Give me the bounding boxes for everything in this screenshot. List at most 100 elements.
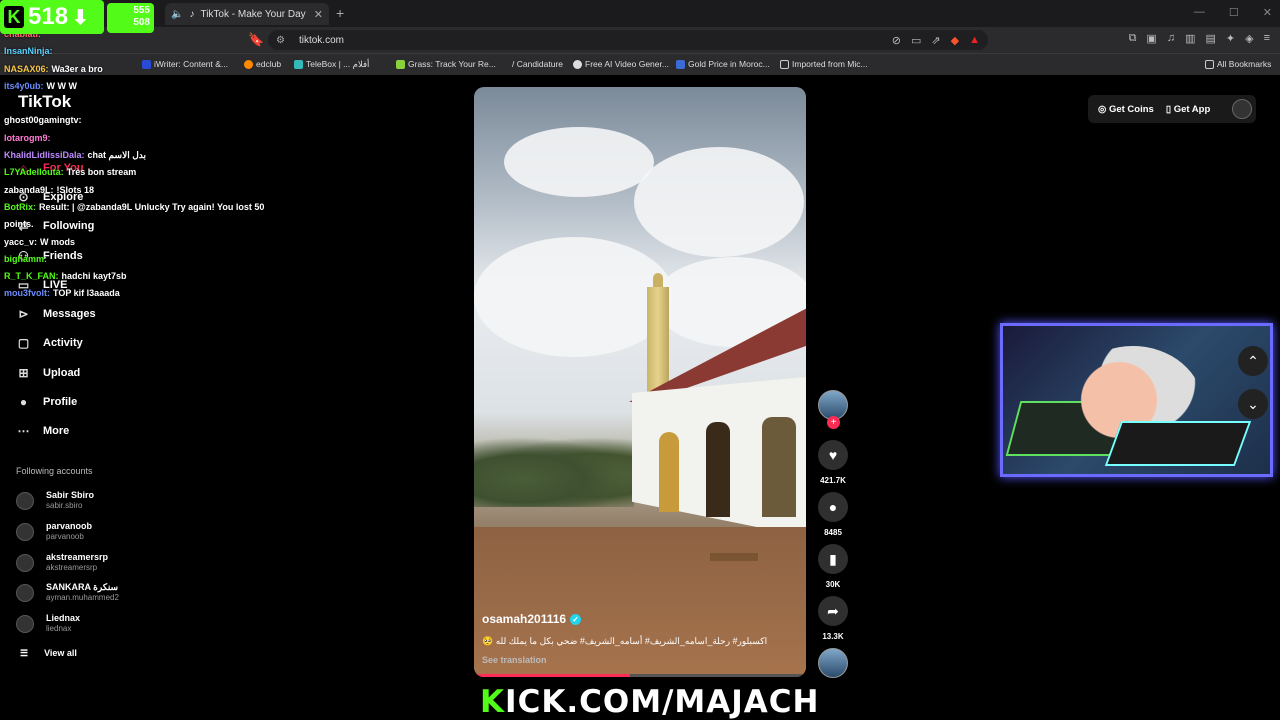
brave-shield-icon[interactable]: ◆ bbox=[951, 34, 959, 47]
heart-icon: ♥ bbox=[818, 440, 848, 470]
chat-username: lotarogm9: bbox=[4, 132, 51, 143]
tiktok-favicon-icon: ♪ bbox=[189, 8, 195, 20]
close-tab-icon[interactable]: ✕ bbox=[314, 8, 323, 21]
leo-icon[interactable]: ✦ bbox=[1226, 32, 1235, 45]
chat-message: points. bbox=[4, 216, 354, 233]
tab-search-icon[interactable]: ▣ bbox=[1146, 32, 1156, 45]
avatar bbox=[16, 614, 34, 633]
menu-icon[interactable]: ≡ bbox=[1264, 32, 1270, 45]
follow-plus-icon[interactable]: + bbox=[827, 416, 840, 429]
bookmark-item[interactable]: Gold Price in Moroc... bbox=[676, 59, 770, 69]
url-field[interactable]: ⚙ tiktok.com ⊘ ▭ ⇗ ◆ ▲ bbox=[268, 30, 988, 50]
following-account[interactable]: Liednax liednax bbox=[16, 613, 166, 634]
chat-username: KhalidLidlissiDala: bbox=[4, 150, 85, 161]
chat-username: bighamm: bbox=[4, 253, 48, 264]
chat-text: Très bon stream bbox=[66, 167, 137, 178]
save-button[interactable]: ▮ 30K bbox=[818, 544, 848, 589]
chat-message: R_T_K_FAN: hadchi kayt7sb bbox=[4, 268, 354, 285]
video-author[interactable]: osamah201116 ✓ bbox=[482, 612, 796, 626]
tab-title: TikTok - Make Your Day bbox=[200, 8, 306, 20]
minimize-icon[interactable]: — bbox=[1194, 6, 1205, 19]
list-icon: ☰ bbox=[20, 648, 29, 658]
door bbox=[706, 422, 730, 517]
like-button[interactable]: ♥ 421.7K bbox=[818, 440, 848, 485]
vpn-icon[interactable]: ◈ bbox=[1245, 32, 1253, 45]
sidebar-item-messages[interactable]: ⊳ Messages bbox=[16, 307, 156, 321]
window-controls: — ☐ ✕ bbox=[1194, 6, 1272, 19]
chat-message: lotarogm9: bbox=[4, 130, 354, 147]
video-progress-bar[interactable] bbox=[474, 674, 806, 677]
maximize-icon[interactable]: ☐ bbox=[1229, 6, 1239, 19]
following-account[interactable]: akstreamersrp akstreamersrp bbox=[16, 552, 166, 573]
sidebar-icon[interactable]: ▥ bbox=[1185, 32, 1195, 45]
see-translation-link[interactable]: See translation bbox=[482, 655, 796, 665]
avatar bbox=[16, 553, 34, 572]
bookmark-folder[interactable]: Imported from Mic... bbox=[780, 59, 868, 69]
speaker-icon: 🔈 bbox=[171, 8, 184, 20]
get-coins-button[interactable]: ◎ Get Coins bbox=[1098, 104, 1154, 115]
bookmark-item[interactable]: Free AI Video Gener... bbox=[573, 59, 669, 69]
bookmark-item[interactable]: Grass: Track Your Re... bbox=[396, 59, 496, 69]
bookmark-item[interactable]: / Candidature bbox=[500, 59, 563, 69]
new-tab-button[interactable]: + bbox=[336, 5, 344, 21]
chevron-up-icon[interactable]: ⌃ bbox=[1238, 346, 1268, 376]
wallet-icon[interactable]: ▤ bbox=[1205, 32, 1215, 45]
avatar[interactable] bbox=[1232, 99, 1252, 119]
chat-username: BotRix: bbox=[4, 201, 36, 212]
chat-message bbox=[4, 95, 354, 112]
following-account[interactable]: parvanoob parvanoob bbox=[16, 521, 166, 542]
rewards-icon[interactable]: ▲ bbox=[969, 34, 980, 47]
creator-avatar-button[interactable]: + bbox=[818, 390, 848, 429]
extensions-icon[interactable]: ⧉ bbox=[1129, 32, 1137, 45]
close-window-icon[interactable]: ✕ bbox=[1263, 6, 1272, 19]
chat-message: zabanda9L: !Slots 18 bbox=[4, 182, 354, 199]
cloud bbox=[504, 127, 654, 197]
chat-message: BotRix: Result: | @zabanda9L Unlucky Try … bbox=[4, 199, 354, 216]
more-icon: ⋯ bbox=[17, 424, 30, 438]
get-app-button[interactable]: ▯ Get App bbox=[1166, 104, 1210, 115]
sound-avatar-button[interactable] bbox=[818, 648, 848, 678]
tab-tiktok[interactable]: 🔈 ♪ TikTok - Make Your Day ✕ bbox=[165, 3, 329, 25]
screen-icon[interactable]: ▭ bbox=[911, 34, 921, 47]
chat-username: NASAX06: bbox=[4, 63, 49, 74]
view-all-button[interactable]: ☰ View all bbox=[20, 648, 77, 659]
bench bbox=[710, 553, 758, 561]
following-account[interactable]: Sabir Sbiro sabir.sbiro bbox=[16, 490, 166, 511]
chat-message: ghost00gamingtv: bbox=[4, 112, 354, 129]
keyboard bbox=[1104, 421, 1252, 466]
sidebar-item-activity[interactable]: ▢ Activity bbox=[16, 336, 156, 350]
chat-message: yacc_v: W mods bbox=[4, 234, 354, 251]
chat-text: chat بدل الاسم bbox=[87, 150, 146, 161]
eye-off-icon[interactable]: ⊘ bbox=[892, 34, 901, 47]
share-icon[interactable]: ⇗ bbox=[931, 34, 940, 47]
chat-username: yacc_v: bbox=[4, 236, 38, 247]
streamer-webcam-overlay bbox=[1000, 323, 1273, 477]
verified-icon: ✓ bbox=[570, 613, 582, 625]
sidebar-item-more[interactable]: ⋯ More bbox=[16, 424, 156, 438]
sidebar-item-profile[interactable]: ● Profile bbox=[16, 395, 156, 409]
chat-text: Wa3er a bro bbox=[51, 63, 103, 74]
coin-icon: ◎ bbox=[1098, 103, 1107, 115]
sidebar-item-upload[interactable]: ⊞ Upload bbox=[16, 366, 156, 380]
video-progress-fill bbox=[474, 674, 631, 677]
window bbox=[762, 417, 796, 517]
chevron-down-icon[interactable]: ⌄ bbox=[1238, 389, 1268, 419]
trees bbox=[474, 437, 634, 507]
video-caption: osamah201116 ✓ اكسبلور# رحلة_اسامه_الشريف… bbox=[482, 612, 796, 665]
comment-icon: ● bbox=[818, 492, 848, 522]
chat-username: R_T_K_FAN: bbox=[4, 271, 59, 282]
following-account[interactable]: SANKARA سنكرة ayman.muhammed2 bbox=[16, 582, 166, 603]
following-accounts-heading: Following accounts bbox=[16, 466, 93, 476]
arrow-down-icon: ⬇ bbox=[72, 6, 89, 29]
kick-stats-badge: 555 508 bbox=[107, 3, 154, 33]
activity-icon: ▢ bbox=[17, 336, 30, 350]
profile-icon: ● bbox=[19, 395, 28, 409]
phone-icon: ▯ bbox=[1165, 103, 1172, 115]
video-player[interactable]: osamah201116 ✓ اكسبلور# رحلة_اسامه_الشريف… bbox=[474, 87, 806, 677]
bookmark-icon: ▮ bbox=[818, 544, 848, 574]
media-icon[interactable]: ♫ bbox=[1167, 32, 1175, 45]
share-button[interactable]: ➦ 13.3K bbox=[818, 596, 848, 641]
avatar bbox=[16, 491, 34, 510]
all-bookmarks-folder[interactable]: All Bookmarks bbox=[1205, 59, 1271, 69]
comment-button[interactable]: ● 8485 bbox=[818, 492, 848, 537]
